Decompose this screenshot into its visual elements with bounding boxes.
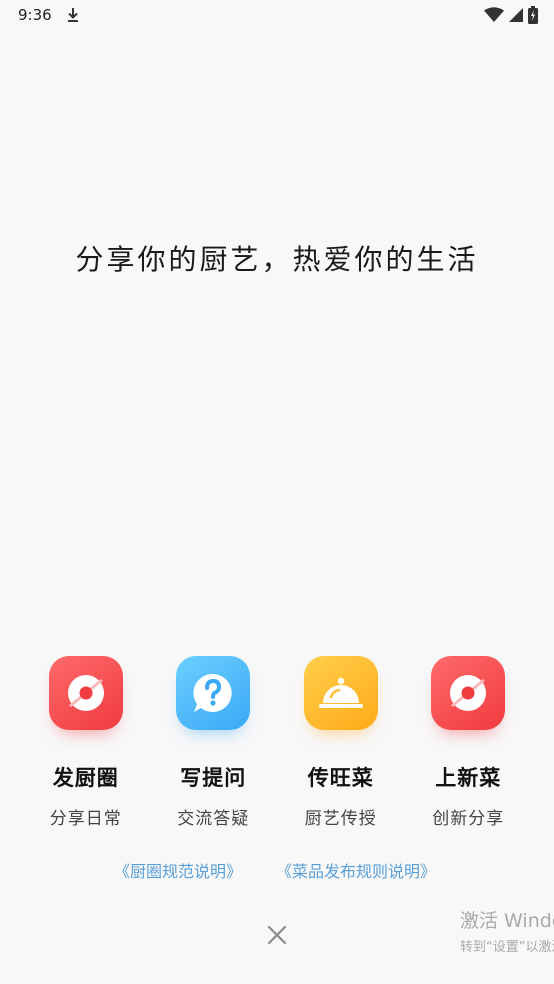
action-subtitle: 创新分享 [432,809,505,829]
close-icon[interactable] [263,921,291,949]
status-bar: 9:36 [0,0,554,34]
download-icon [68,8,78,22]
action-subtitle: 分享日常 [49,809,122,829]
action-title: 写提问 [180,766,247,790]
share-recipe-button[interactable]: 传旺菜 厨艺传授 [277,656,405,829]
watermark-title: 激活 Windows [460,910,554,932]
new-dish-button[interactable]: 上新菜 创新分享 [405,656,533,829]
battery-icon [528,6,538,24]
watermark-subtitle: 转到“设置”以激活 Windows。 [460,940,554,955]
circle-rules-link[interactable]: 《厨圈规范说明》 [114,858,242,882]
publish-actions: 发厨圈 分享日常 写提问 交流答疑 传旺菜 厨艺传授 上新菜 创新分享 [22,656,532,829]
action-title: 发厨圈 [52,766,119,790]
dish-rules-link[interactable]: 《菜品发布规则说明》 [276,858,436,882]
action-title: 传旺菜 [307,766,374,790]
question-bubble-icon [176,656,251,730]
rule-links: 《厨圈规范说明》 《菜品发布规则说明》 [0,858,554,882]
action-subtitle: 交流答疑 [177,809,250,829]
wifi-icon [484,7,504,22]
publish-circle-button[interactable]: 发厨圈 分享日常 [22,656,150,829]
action-title: 上新菜 [435,766,502,790]
status-time: 9:36 [18,6,52,24]
slogan-text: 分享你的厨艺，热爱你的生活 [75,243,479,276]
action-subtitle: 厨艺传授 [304,809,377,829]
signal-icon [509,8,523,22]
red-record-icon [431,656,506,730]
windows-activation-watermark: 激活 Windows 转到“设置”以激活 Windows。 [460,906,554,955]
publish-menu-screen: 9:36 分享你的厨艺，热爱你的生活 发厨圈 分享日常 写提问 交流答疑 传旺菜… [0,0,554,984]
ask-question-button[interactable]: 写提问 交流答疑 [150,656,278,829]
red-record-icon [48,656,123,730]
cloche-icon [303,656,378,730]
